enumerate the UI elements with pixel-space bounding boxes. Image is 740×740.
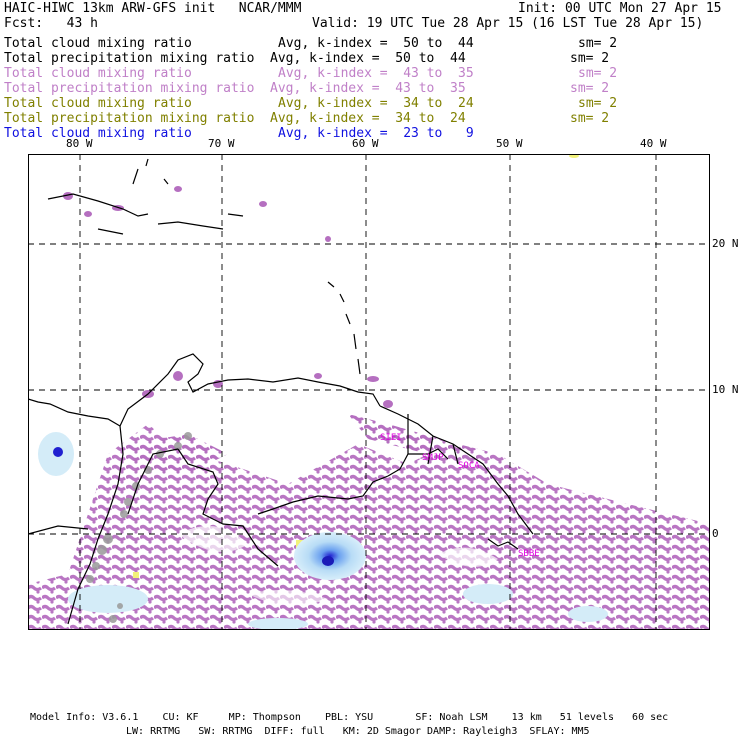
cloud-blob [294, 532, 366, 580]
field-sm: sm= 2 [578, 96, 618, 111]
field-label: Total precipitation mixing ratio [4, 51, 255, 66]
model-info: Model Info: V3.6.1 CU: KF MP: Thompson P… [30, 712, 669, 723]
field-label: Total cloud mixing ratio [4, 96, 192, 111]
precip-region [348, 414, 498, 454]
lat-label: 0 [712, 527, 719, 540]
plot-title: HAIC-HIWC 13km ARW-GFS init NCAR/MMM [4, 1, 302, 16]
field-sm: sm= 2 [570, 111, 610, 126]
field-range: Avg, k-index = 34 to 24 [278, 96, 474, 111]
field-range: Avg, k-index = 43 to 35 [278, 66, 474, 81]
lon-label: 40 W [640, 137, 667, 150]
valid-time: Valid: 19 UTC Tue 28 Apr 15 (16 LST Tue … [312, 16, 704, 31]
field-range: Avg, k-index = 50 to 44 [270, 51, 466, 66]
field-label: Total precipitation mixing ratio [4, 111, 255, 126]
init-time: Init: 00 UTC Mon 27 Apr 15 [518, 1, 722, 16]
field-sm: sm= 2 [570, 51, 610, 66]
lat-label: 20 N [712, 237, 739, 250]
field-label: Total cloud mixing ratio [4, 36, 192, 51]
precip-spots [63, 186, 393, 408]
field-sm: sm= 2 [570, 81, 610, 96]
station-label: SOCA [458, 461, 480, 471]
lon-label: 60 W [352, 137, 379, 150]
forecast-hour: Fcst: 43 h [4, 16, 98, 31]
field-label: Total precipitation mixing ratio [4, 81, 255, 96]
field-range: Avg, k-index = 34 to 24 [270, 111, 466, 126]
field-sm: sm= 2 [578, 66, 618, 81]
lat-label: 10 N [712, 383, 739, 396]
field-sm: sm= 2 [578, 36, 618, 51]
station-label: SBBE [518, 549, 540, 559]
field-label: Total cloud mixing ratio [4, 126, 192, 141]
weather-map: 80 W 70 W 60 W 50 W 40 W SIEI SMJP SOCA … [28, 154, 710, 630]
field-range: Avg, k-index = 50 to 44 [278, 36, 474, 51]
station-label: SIEI [380, 433, 402, 443]
lon-label: 50 W [496, 137, 523, 150]
lon-label: 70 W [208, 137, 235, 150]
field-label: Total cloud mixing ratio [4, 66, 192, 81]
model-physics: LW: RRTMG SW: RRTMG DIFF: full KM: 2D Sm… [126, 726, 590, 737]
station-label: SMJP [422, 453, 444, 463]
lon-label: 80 W [66, 137, 93, 150]
cloud-core [53, 447, 63, 457]
field-range: Avg, k-index = 43 to 35 [270, 81, 466, 96]
